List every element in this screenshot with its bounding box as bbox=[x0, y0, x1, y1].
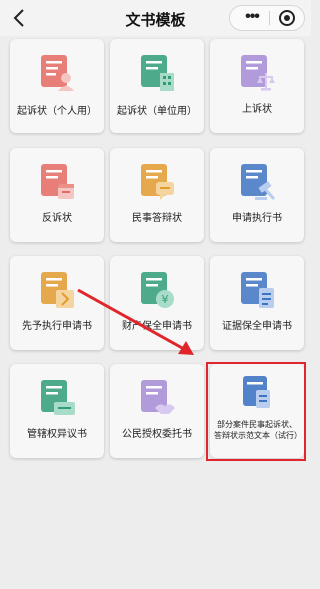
arrow-annotation bbox=[77, 288, 194, 355]
